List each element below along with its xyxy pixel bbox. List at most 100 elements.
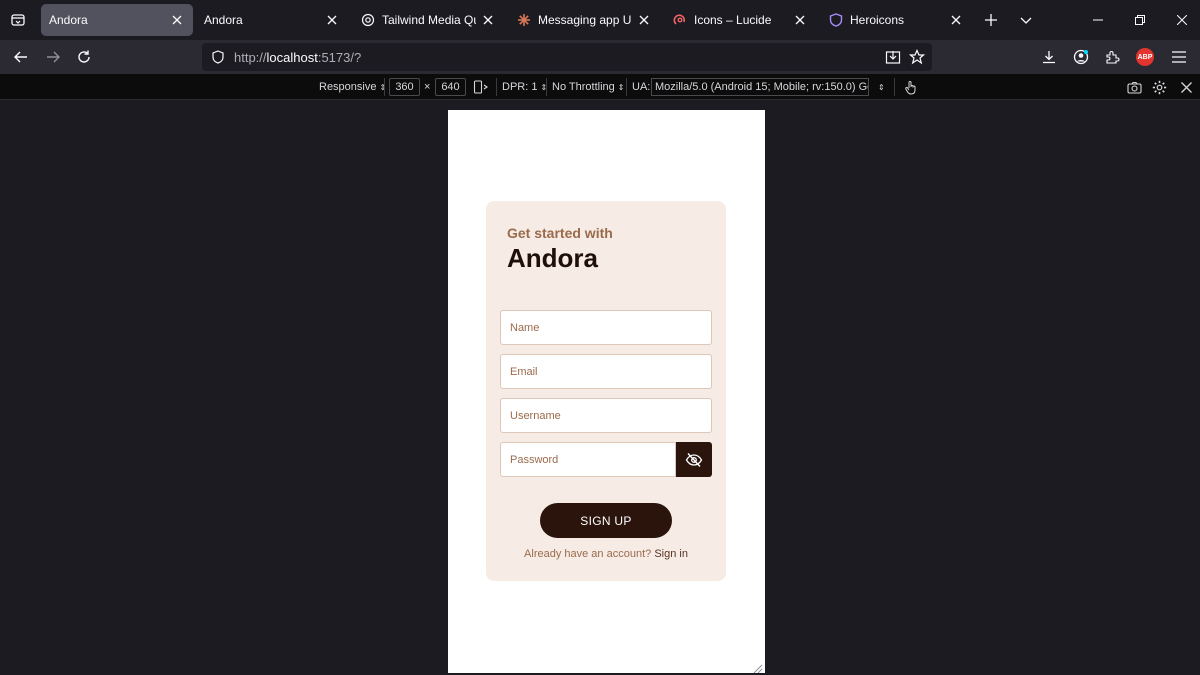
tab-overflow-button[interactable] — [1014, 8, 1038, 32]
shield-icon — [204, 50, 232, 64]
minimize-button[interactable] — [1086, 8, 1110, 32]
throttling-selector[interactable]: No Throttling ⇕ — [552, 79, 624, 95]
downloads-button[interactable] — [1036, 44, 1062, 70]
url-rest: :5173/? — [317, 49, 362, 65]
tab-close-button[interactable] — [480, 12, 496, 28]
eye-off-icon — [685, 452, 703, 467]
viewport-width-input[interactable]: 360 — [389, 78, 420, 96]
ua-label: UA: — [632, 81, 651, 93]
signup-button[interactable]: SIGN UP — [540, 503, 672, 538]
plus-icon — [985, 14, 997, 26]
gear-icon — [1152, 80, 1167, 94]
dpr-selector[interactable]: DPR: 1 ⇕ — [502, 79, 547, 95]
puzzle-icon — [1105, 50, 1119, 64]
close-icon — [795, 15, 805, 25]
close-icon — [483, 15, 493, 25]
close-icon — [172, 15, 182, 25]
url-bar[interactable]: http://localhost:5173/? — [202, 43, 932, 71]
viewport-resize-handle[interactable] — [753, 661, 763, 673]
forward-button[interactable] — [40, 44, 66, 70]
name-field — [500, 310, 712, 345]
toggle-password-visibility-button[interactable] — [676, 442, 712, 477]
extensions-button[interactable] — [1099, 44, 1125, 70]
bookmark-button[interactable] — [907, 47, 927, 67]
adblock-icon: ABP — [1136, 48, 1154, 66]
email-input[interactable] — [501, 355, 711, 388]
tab-andora[interactable]: Andora — [196, 4, 348, 36]
close-icon — [1177, 15, 1187, 25]
minimize-icon — [1093, 19, 1103, 21]
lucide-icon — [672, 12, 688, 28]
url-host: localhost — [266, 49, 318, 65]
tab-close-button[interactable] — [169, 12, 185, 28]
tab-close-button[interactable] — [948, 12, 964, 28]
tab-lucide[interactable]: Icons – Lucide — [664, 4, 816, 36]
tab-close-button[interactable] — [792, 12, 808, 28]
tab-title: Tailwind Media Queries — [382, 13, 476, 27]
list-all-tabs-icon — [11, 14, 25, 26]
updown-icon: ⇕ — [617, 82, 625, 92]
openai-icon — [360, 12, 376, 28]
throttling-label: No Throttling — [552, 81, 615, 93]
arrow-left-icon — [14, 51, 27, 63]
tab-close-button[interactable] — [636, 12, 652, 28]
tab-title: Andora — [49, 13, 88, 27]
separator — [546, 78, 547, 96]
username-input[interactable] — [501, 399, 711, 432]
tab-strip: Andora Andora Tailwind Media Queries Mes… — [0, 0, 1200, 40]
user-agent-input[interactable]: Mozilla/5.0 (Android 15; Mobile; rv:150.… — [651, 78, 869, 96]
account-button[interactable] — [1068, 44, 1094, 70]
restore-button[interactable] — [1128, 8, 1152, 32]
separator — [384, 78, 385, 96]
new-tab-button[interactable] — [979, 8, 1003, 32]
tab-heroicons[interactable]: Heroicons — [820, 4, 972, 36]
chevron-down-icon — [1020, 17, 1032, 24]
url-text: http://localhost:5173/? — [234, 50, 361, 65]
name-input[interactable] — [501, 311, 711, 344]
arrow-right-icon — [47, 51, 60, 63]
signin-prompt-text: Already have an account? — [524, 548, 652, 560]
username-field — [500, 398, 712, 433]
password-field — [500, 442, 676, 477]
tab-andora-active[interactable]: Andora — [41, 4, 193, 36]
back-button[interactable] — [8, 44, 34, 70]
close-rdm-button[interactable] — [1181, 79, 1192, 95]
restore-icon — [1135, 15, 1145, 25]
tab-title: Icons – Lucide — [694, 13, 772, 27]
tab-tailwind[interactable]: Tailwind Media Queries — [352, 4, 504, 36]
viewport-height-input[interactable]: 640 — [435, 78, 466, 96]
device-selector[interactable]: Responsive ⇕ — [319, 79, 386, 95]
close-icon — [951, 15, 961, 25]
window-close-button[interactable] — [1170, 8, 1194, 32]
screenshot-button[interactable] — [1127, 79, 1142, 95]
rotate-device-icon — [473, 80, 488, 94]
touch-hand-icon — [905, 80, 916, 95]
signin-link[interactable]: Sign in — [654, 548, 688, 560]
tab-close-button[interactable] — [324, 12, 340, 28]
updown-icon: ⇕ — [379, 82, 387, 92]
tab-messaging[interactable]: Messaging app UI desi — [508, 4, 660, 36]
rotate-button[interactable] — [473, 79, 489, 95]
navigation-bar: http://localhost:5173/? ABP — [0, 40, 1200, 74]
account-icon — [1073, 49, 1089, 65]
close-icon — [639, 15, 649, 25]
tab-list-button[interactable] — [4, 6, 32, 34]
url-prefix: http:// — [234, 49, 267, 65]
dimension-separator: × — [424, 81, 431, 93]
separator — [496, 78, 497, 96]
menu-button[interactable] — [1166, 44, 1192, 70]
signup-card: Get started with Andora SIGN UP Already … — [486, 201, 726, 581]
adblock-button[interactable]: ABP — [1132, 44, 1158, 70]
tab-title: Andora — [204, 13, 243, 27]
card-subtitle: Get started with — [507, 225, 613, 241]
password-input[interactable] — [501, 443, 675, 476]
reload-button[interactable] — [71, 44, 97, 70]
settings-button[interactable] — [1152, 79, 1167, 95]
touch-simulation-button[interactable] — [904, 79, 918, 95]
ua-updown-icon[interactable]: ⇕ — [878, 79, 885, 95]
claude-icon — [516, 12, 532, 28]
star-icon — [909, 49, 925, 65]
device-label: Responsive — [319, 81, 377, 93]
install-page-button[interactable] — [883, 47, 903, 67]
tab-title: Heroicons — [850, 13, 905, 27]
